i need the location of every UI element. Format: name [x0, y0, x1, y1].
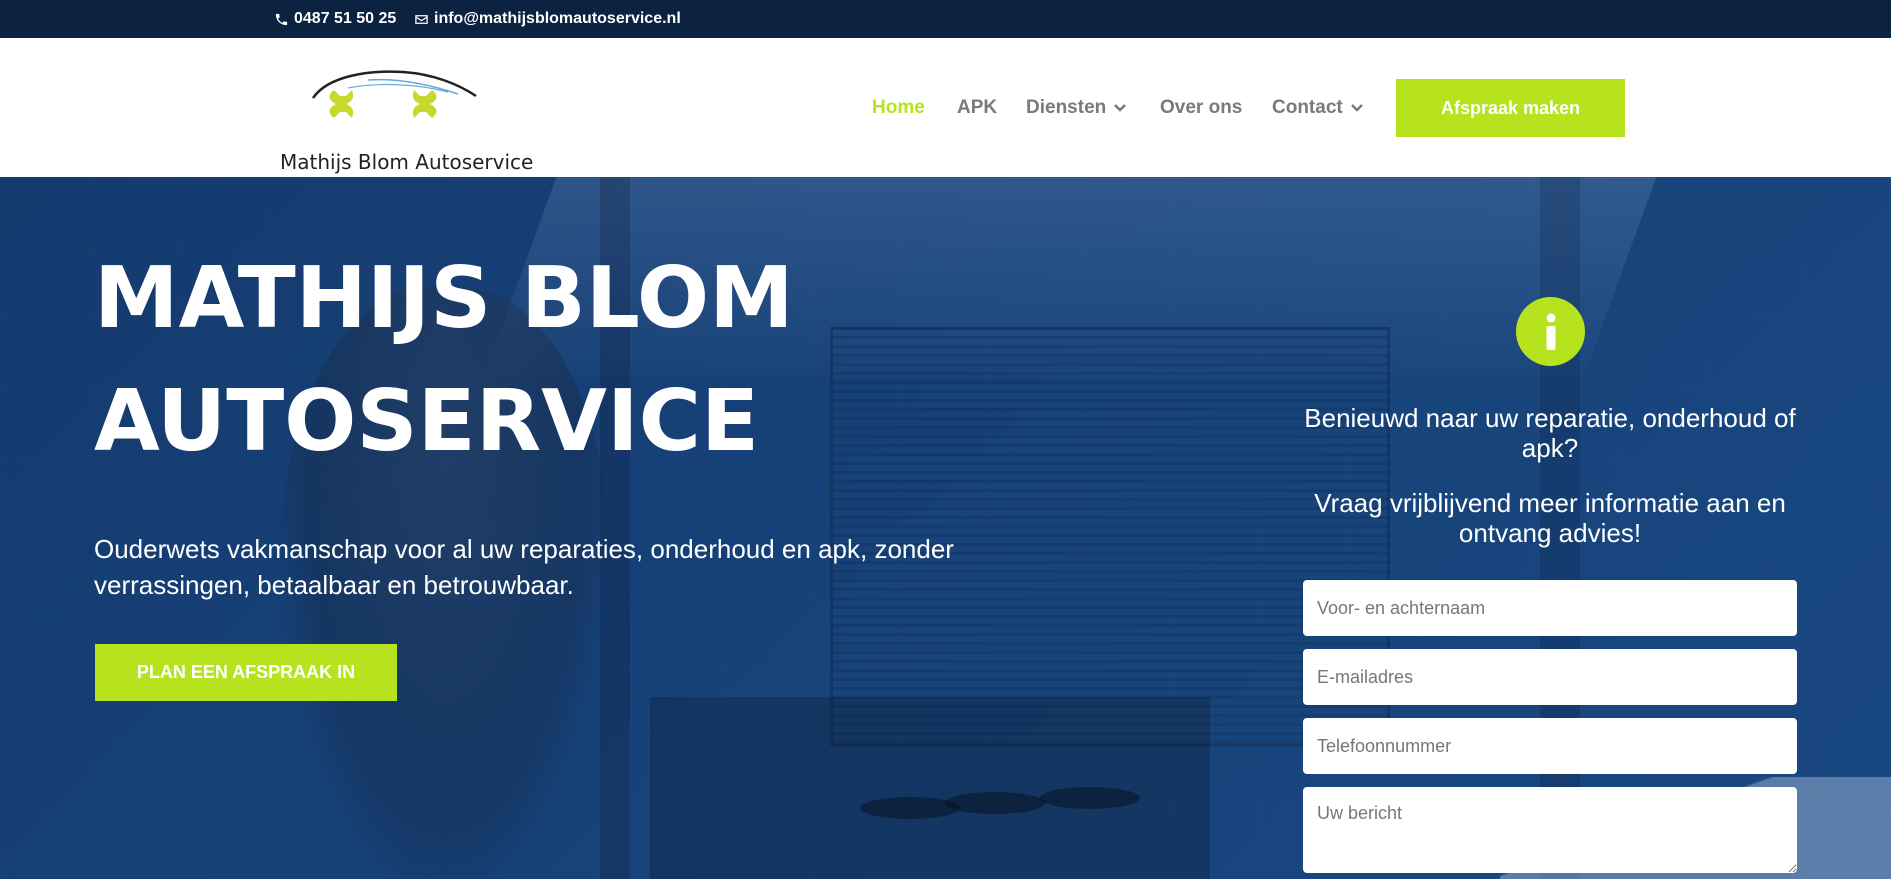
top-contact-bar: 0487 51 50 25 info@mathijsblomautoservic… — [0, 0, 1891, 38]
info-glyph — [1546, 313, 1555, 350]
nav-home[interactable]: Home — [872, 38, 925, 177]
phone-input[interactable] — [1303, 718, 1797, 774]
nav-diensten-label[interactable]: Diensten — [1026, 97, 1106, 119]
phone-number[interactable]: 0487 51 50 25 — [294, 10, 396, 28]
nav-over-ons-label[interactable]: Over ons — [1160, 97, 1242, 119]
hero-title-line2: AUTOSERVICE — [94, 372, 760, 471]
hero-subtitle: Ouderwets vakmanschap voor al uw reparat… — [94, 534, 954, 600]
form-heading: Benieuwd naar uw reparatie, onderhoud of… — [1304, 403, 1796, 463]
email-address[interactable]: info@mathijsblomautoservice.nl — [434, 10, 681, 28]
site-logo[interactable]: Mathijs Blom Autoservice — [278, 66, 533, 174]
info-icon — [1516, 297, 1585, 366]
name-input[interactable] — [1303, 580, 1797, 636]
background-stool — [945, 792, 1045, 814]
email-input[interactable] — [1303, 649, 1797, 705]
site-header: Mathijs Blom Autoservice Home APK Dienst… — [0, 38, 1891, 177]
envelope-icon — [415, 14, 428, 24]
hero-section: MATHIJS BLOM AUTOSERVICE Ouderwets vakma… — [0, 177, 1891, 879]
background-stool — [860, 797, 960, 819]
nav-contact[interactable]: Contact — [1272, 38, 1364, 177]
logo-text: Mathijs Blom Autoservice — [280, 150, 534, 174]
logo-wrench-icon — [311, 70, 477, 118]
nav-diensten[interactable]: Diensten — [1026, 38, 1127, 177]
chevron-down-icon[interactable] — [1350, 101, 1364, 115]
chevron-down-icon[interactable] — [1113, 101, 1127, 115]
plan-afspraak-button[interactable]: PLAN EEN AFSPRAAK IN — [95, 644, 397, 701]
afspraak-maken-button[interactable]: Afspraak maken — [1396, 79, 1625, 137]
background-counter — [650, 697, 1210, 879]
message-textarea[interactable] — [1303, 787, 1797, 873]
nav-over-ons[interactable]: Over ons — [1160, 38, 1242, 177]
hero-title: MATHIJS BLOM AUTOSERVICE — [94, 237, 994, 483]
nav-apk-label[interactable]: APK — [957, 97, 997, 119]
topbar-phone[interactable]: 0487 51 50 25 — [274, 0, 396, 38]
phone-icon — [275, 13, 288, 25]
nav-contact-label[interactable]: Contact — [1272, 97, 1343, 119]
topbar-email[interactable]: info@mathijsblomautoservice.nl — [414, 0, 681, 38]
form-subheading: Vraag vrijblijvend meer informatie aan e… — [1314, 488, 1786, 548]
background-stool — [1040, 787, 1140, 809]
nav-home-label[interactable]: Home — [872, 97, 925, 119]
hero-title-line1: MATHIJS BLOM — [94, 249, 794, 348]
nav-apk[interactable]: APK — [957, 38, 997, 177]
